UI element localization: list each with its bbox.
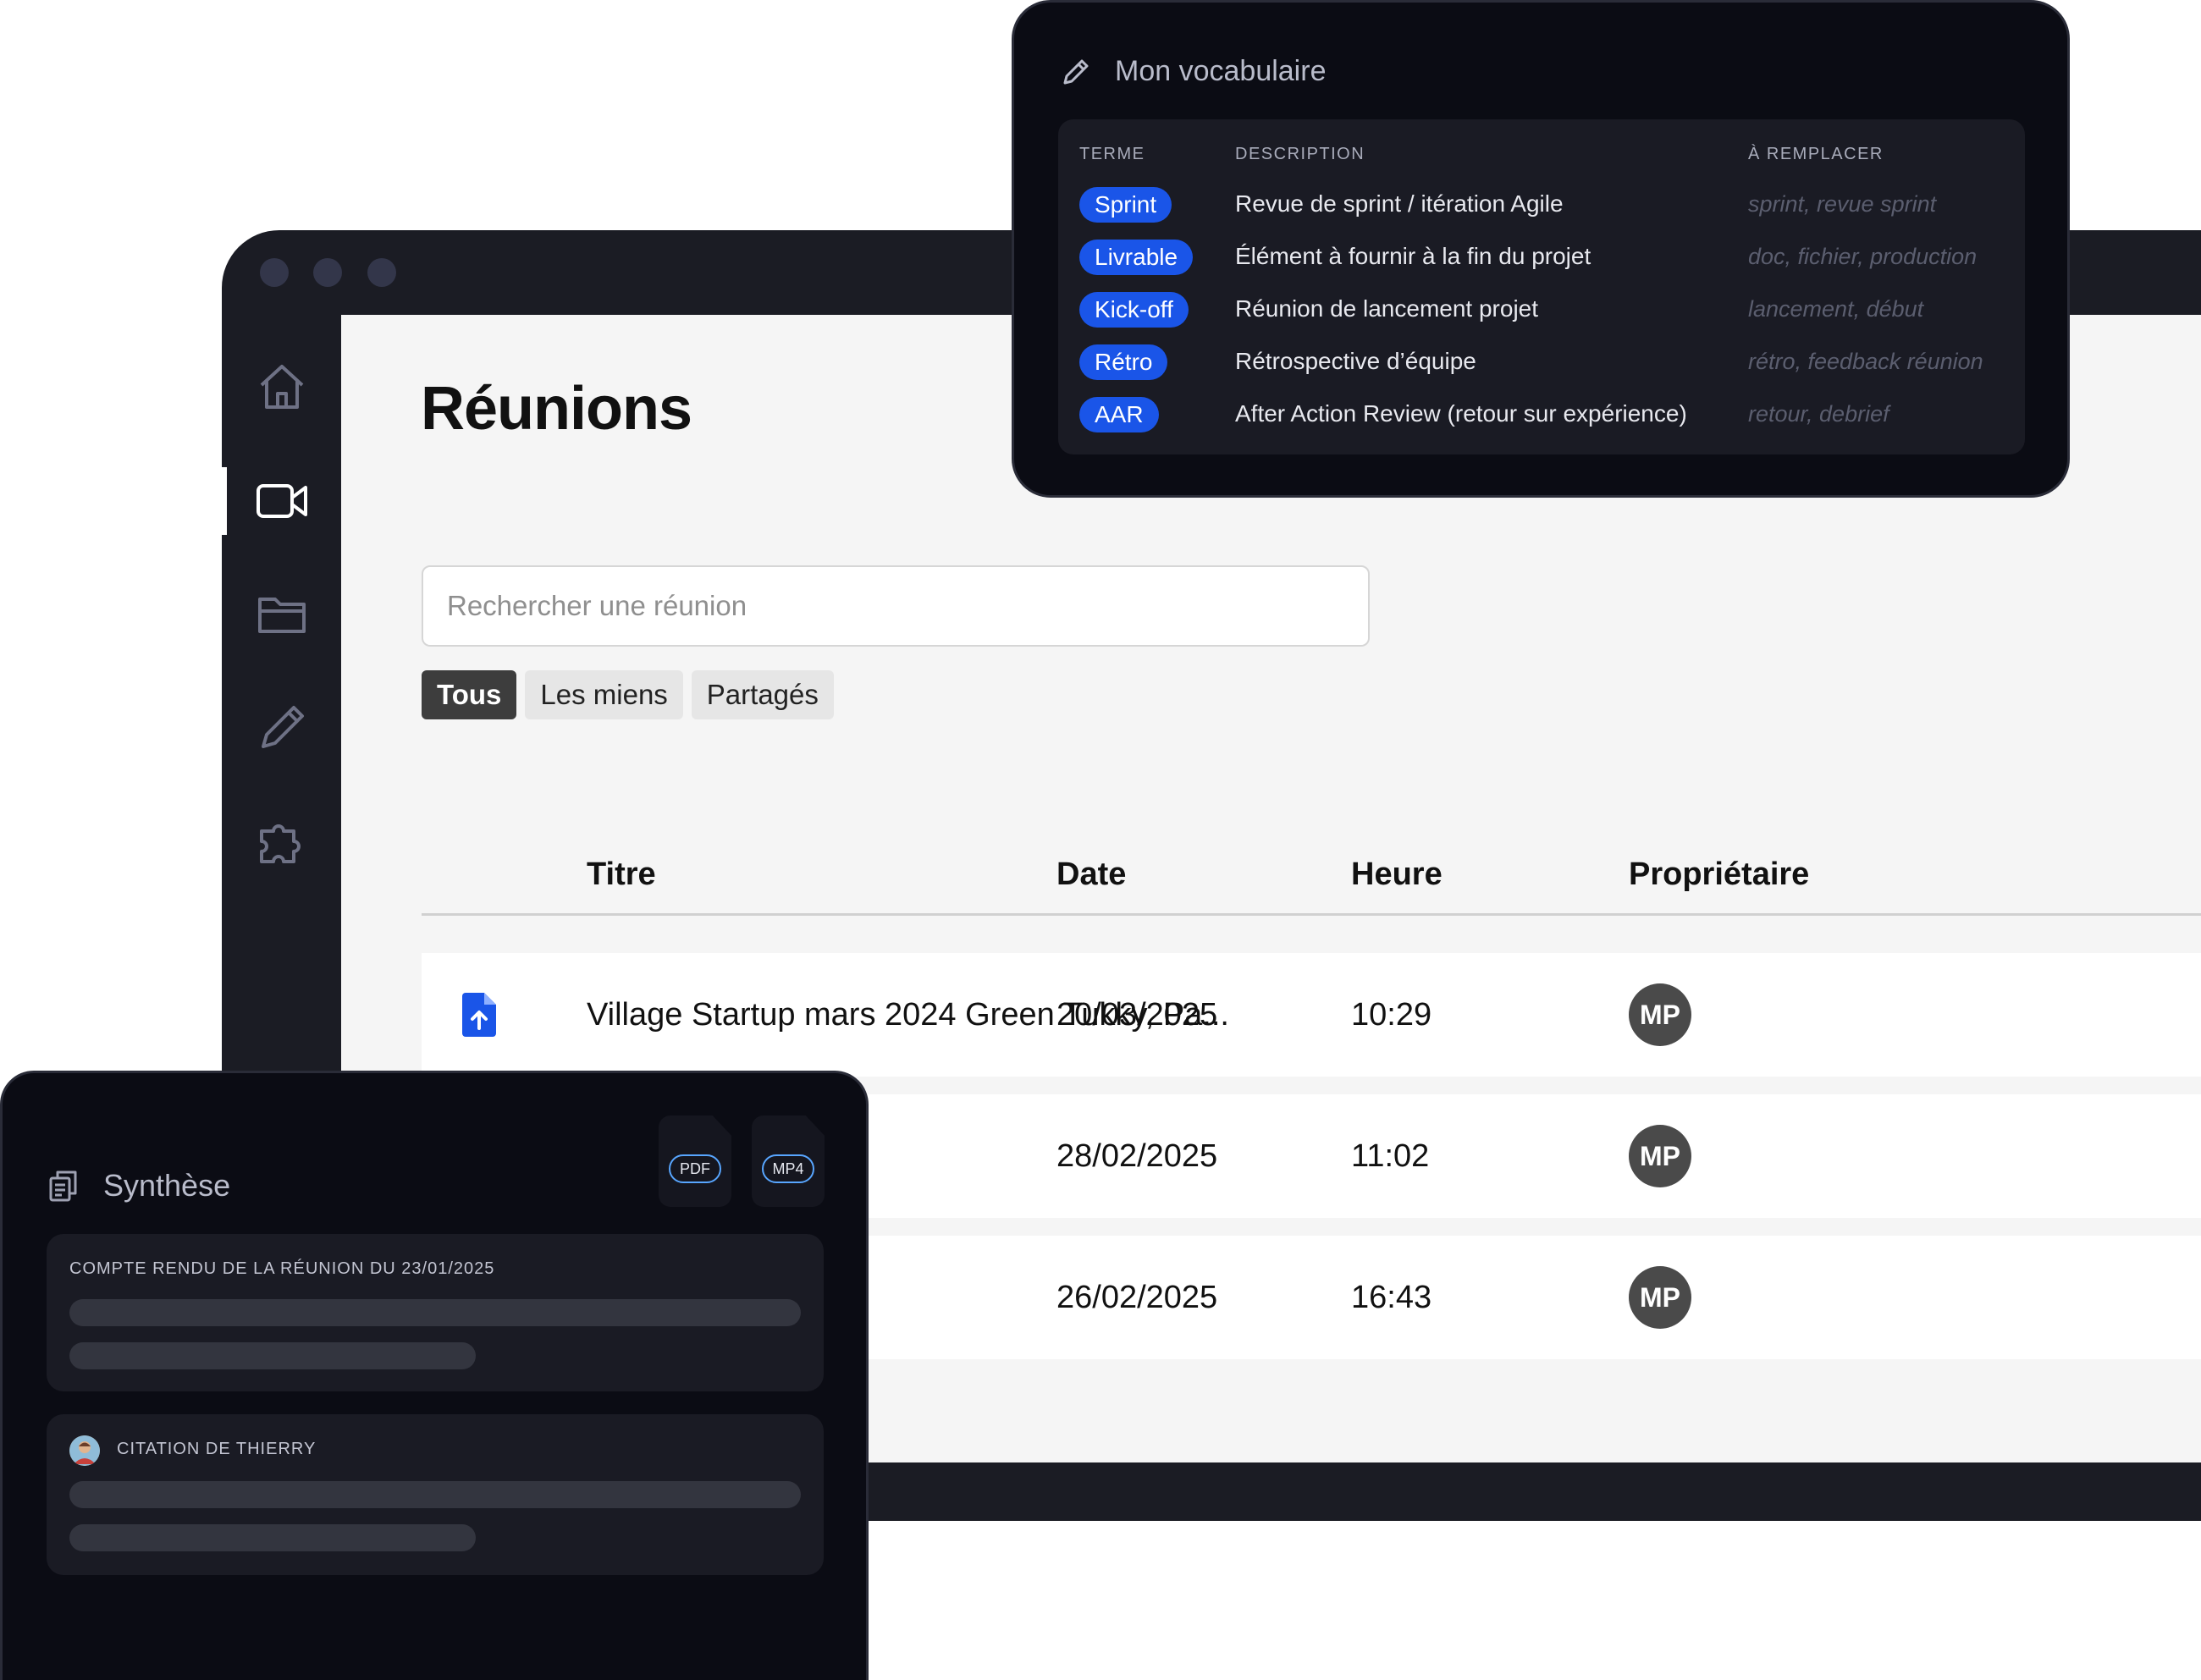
table-row[interactable]: Village Startup mars 2024 Green Tukky, P… (422, 953, 2201, 1077)
meeting-date: 20/03/2025 (1056, 996, 1218, 1033)
puzzle-icon (259, 824, 301, 863)
search-input[interactable] (422, 565, 1370, 647)
pencil-icon (1063, 59, 1089, 84)
page-title: Réunions (421, 375, 692, 443)
synthesis-title: Synthèse (103, 1168, 231, 1203)
term-replacements: rétro, feedback réunion (1748, 348, 1983, 374)
owner-avatar: MP (1629, 983, 1691, 1046)
table-header: Titre Date Heure Propriétaire (422, 857, 2201, 916)
term-pill[interactable]: AAR (1079, 397, 1159, 432)
column-header-time[interactable]: Heure (1351, 857, 1443, 893)
pdf-label: PDF (669, 1154, 721, 1183)
filter-shared-button[interactable]: Partagés (691, 670, 834, 719)
video-camera-icon (256, 484, 307, 518)
vocabulary-row[interactable]: AAR After Action Review (retour sur expé… (1058, 388, 2025, 439)
column-header-title[interactable]: Titre (587, 857, 656, 893)
column-header-description: DESCRIPTION (1235, 145, 1365, 163)
vocabulary-row[interactable]: Rétro Rétrospective d’équipe rétro, feed… (1058, 336, 2025, 387)
window-maximize-dot[interactable] (367, 258, 396, 287)
sidebar-item-edit[interactable] (222, 694, 341, 762)
term-replacements: lancement, début (1748, 295, 1924, 322)
text-placeholder-bar (69, 1342, 476, 1369)
home-icon (260, 365, 303, 409)
vocabulary-title: Mon vocabulaire (1115, 55, 1327, 87)
text-placeholder-bar (69, 1524, 476, 1551)
sidebar-item-meetings[interactable] (222, 467, 341, 535)
sidebar-item-integrations[interactable] (222, 807, 341, 875)
column-header-owner[interactable]: Propriétaire (1629, 857, 1809, 893)
filter-tabs: Tous Les miens Partagés (422, 670, 834, 719)
meeting-time: 11:02 (1351, 1137, 1430, 1174)
term-description: Réunion de lancement projet (1235, 295, 1539, 322)
column-header-date[interactable]: Date (1056, 857, 1126, 893)
pencil-icon (261, 706, 304, 748)
quote-label: CITATION DE THIERRY (117, 1440, 317, 1458)
vocabulary-row[interactable]: Sprint Revue de sprint / itération Agile… (1058, 179, 2025, 229)
owner-avatar: MP (1629, 1125, 1691, 1187)
summary-card: COMPTE RENDU DE LA RÉUNION DU 23/01/2025 (47, 1234, 824, 1391)
vocabulary-panel: Mon vocabulaire TERME DESCRIPTION À REMP… (1012, 0, 2070, 498)
synthesis-panel: Synthèse PDF MP4 COMPTE RENDU DE LA RÉUN… (0, 1071, 869, 1680)
mp4-label: MP4 (762, 1154, 814, 1183)
column-header-replace: À REMPLACER (1748, 145, 1884, 163)
term-description: After Action Review (retour sur expérien… (1235, 400, 1687, 427)
term-pill[interactable]: Sprint (1079, 187, 1172, 223)
pdf-export-button[interactable]: PDF (659, 1115, 731, 1207)
vocabulary-table: TERME DESCRIPTION À REMPLACER Sprint Rev… (1058, 119, 2025, 454)
quote-card: CITATION DE THIERRY (47, 1414, 824, 1575)
thierry-avatar (69, 1435, 100, 1466)
sidebar-item-folders[interactable] (222, 581, 341, 648)
vocabulary-header: Mon vocabulaire (1061, 55, 1326, 88)
term-description: Revue de sprint / itération Agile (1235, 190, 1564, 217)
file-upload-icon (462, 953, 496, 1077)
term-replacements: doc, fichier, production (1748, 243, 1978, 269)
synthesis-header: Synthèse (49, 1168, 230, 1204)
filter-mine-button[interactable]: Les miens (525, 670, 683, 719)
column-header-term: TERME (1079, 145, 1145, 163)
mp4-export-button[interactable]: MP4 (752, 1115, 825, 1207)
window-close-dot[interactable] (260, 258, 289, 287)
meeting-date: 28/02/2025 (1056, 1137, 1218, 1174)
term-description: Rétrospective d’équipe (1235, 348, 1476, 374)
meeting-date: 26/02/2025 (1056, 1279, 1218, 1315)
vocabulary-row[interactable]: Kick-off Réunion de lancement projet lan… (1058, 284, 2025, 334)
term-pill[interactable]: Kick-off (1079, 292, 1189, 328)
window-minimize-dot[interactable] (313, 258, 342, 287)
summary-label: COMPTE RENDU DE LA RÉUNION DU 23/01/2025 (69, 1259, 495, 1278)
document-copy-icon (49, 1170, 77, 1202)
term-pill[interactable]: Livrable (1079, 240, 1194, 275)
meeting-time: 16:43 (1351, 1279, 1432, 1315)
filter-all-button[interactable]: Tous (422, 670, 517, 719)
term-pill[interactable]: Rétro (1079, 344, 1168, 380)
sidebar-item-home[interactable] (222, 353, 341, 421)
text-placeholder-bar (69, 1481, 801, 1508)
vocabulary-row[interactable]: Livrable Élément à fournir à la fin du p… (1058, 231, 2025, 282)
text-placeholder-bar (69, 1299, 801, 1326)
folder-icon (257, 598, 306, 633)
term-replacements: retour, debrief (1748, 400, 1889, 427)
term-replacements: sprint, revue sprint (1748, 190, 1937, 217)
meeting-time: 10:29 (1351, 996, 1432, 1033)
owner-avatar: MP (1629, 1266, 1691, 1329)
term-description: Élément à fournir à la fin du projet (1235, 243, 1591, 269)
